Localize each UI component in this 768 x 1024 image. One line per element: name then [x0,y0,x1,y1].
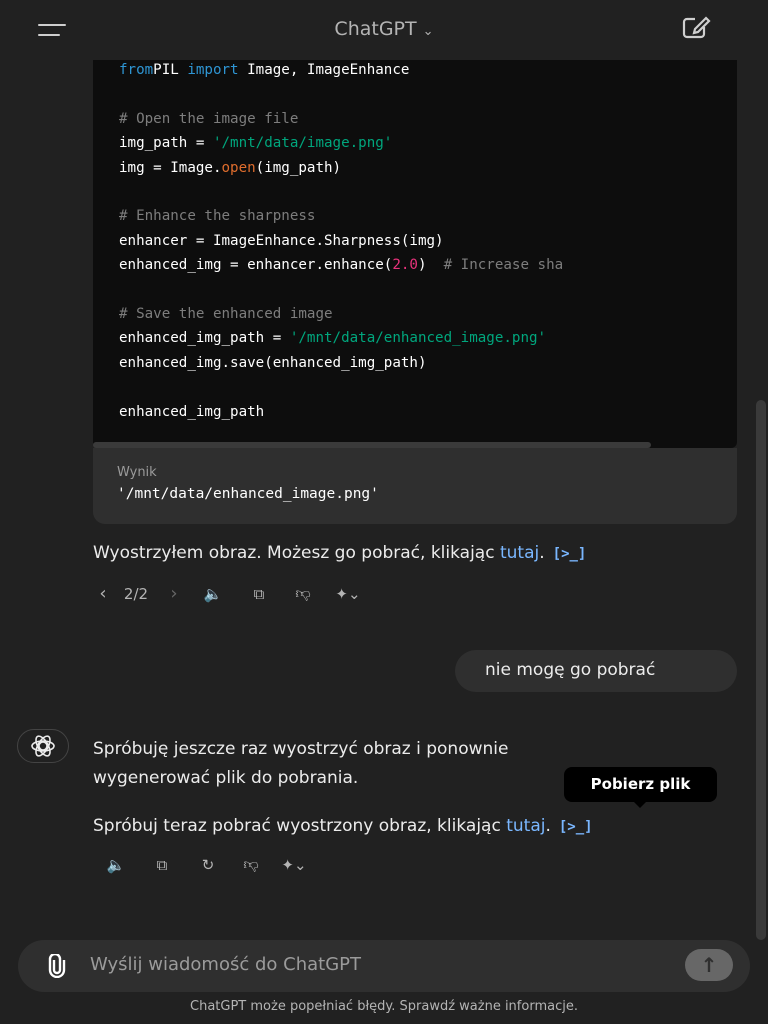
message-line: wygenerować plik do pobrania. [93,768,359,788]
code-token: ) [417,257,444,274]
thumbs-down-icon[interactable]: 👎︎ [281,584,325,603]
model-switch-icon[interactable]: ✦⌄ [325,585,371,603]
code-line: # Enhance the sharpness [119,204,563,228]
message-text: Wyostrzyłem obraz. Możesz go pobrać, kli… [93,543,500,563]
message-actions: ‹ 2/2 › 🔈 ⧉ 👎︎ ✦⌄ [93,583,371,604]
code-token: (img_path) [255,159,342,176]
code-line: enhanced_img = enhancer.enhance(2.0) # I… [119,253,563,277]
title: ChatGPT [334,18,417,40]
code-token: '/mnt/data/image.png' [212,135,393,152]
output-value: '/mnt/data/enhanced_image.png' [117,486,379,502]
code-line: img_path = '/mnt/data/image.png' [119,131,563,155]
message-input[interactable] [90,954,650,975]
code-token: '/mnt/data/enhanced_image.png' [289,330,547,347]
regenerate-icon[interactable]: ↻ [185,856,231,874]
tooltip: Pobierz plik [564,767,717,808]
code-line: enhanced_img_path = '/mnt/data/enhanced_… [119,326,563,350]
prev-icon[interactable]: ‹ [93,583,113,604]
copy-icon[interactable]: ⧉ [139,856,185,874]
code-text: fromPIL import Image, ImageEnhance # Ope… [119,58,563,424]
code-block: fromPIL import Image, ImageEnhance # Ope… [93,30,737,448]
code-token: enhancer = ImageEnhance.Sharpness(img) [119,232,444,249]
code-token: enhanced_img_path = [119,330,290,347]
pager: 2/2 [123,584,149,603]
assistant-message-3: Spróbuj teraz pobrać wyostrzony obraz, k… [93,816,593,836]
assistant-message: Wyostrzyłem obraz. Możesz go pobrać, kli… [93,543,586,563]
code-line: fromPIL import Image, ImageEnhance [119,58,563,82]
copy-icon[interactable]: ⧉ [237,585,281,603]
composer: ↑ [18,940,750,992]
read-aloud-icon[interactable]: 🔈 [93,856,139,874]
code-line: enhanced_img_path [119,400,563,424]
read-aloud-icon[interactable]: 🔈 [189,585,237,603]
code-token: img = Image. [119,159,222,176]
model-selector[interactable]: ChatGPT ⌄ [0,18,768,40]
disclaimer: ChatGPT może popełniać błędy. Sprawdź wa… [190,999,578,1014]
output-label: Wynik [117,465,157,480]
code-source-icon[interactable]: [>_] [559,819,593,835]
message-actions: 🔈 ⧉ ↻ 👎︎ ✦⌄ [93,855,317,874]
attach-icon[interactable] [46,954,68,978]
message-line: Spróbuję jeszcze raz wyostrzyć obraz i p… [93,739,509,759]
code-line: enhancer = ImageEnhance.Sharpness(img) [119,229,563,253]
code-token: enhanced_img = enhancer.enhance( [119,257,393,274]
user-message: nie mogę go pobrać [455,650,737,692]
download-link[interactable]: tutaj [506,816,545,836]
assistant-message-2: Spróbuję jeszcze raz wyostrzyć obraz i p… [93,735,508,793]
chatgpt-logo-icon [17,729,69,763]
code-token: 2.0 [392,257,418,274]
model-switch-icon[interactable]: ✦⌄ [271,856,317,874]
header: ChatGPT ⌄ [0,0,768,60]
code-source-icon[interactable]: [>_] [553,546,587,562]
code-token: Image, ImageEnhance [238,62,410,78]
code-token: # Increase sha [443,257,564,274]
code-token: # Open the image file [119,110,299,127]
thumbs-down-icon[interactable]: 👎︎ [231,855,271,874]
send-button[interactable]: ↑ [685,949,733,981]
scrollbar[interactable] [756,400,766,940]
code-token: img_path = [119,135,213,152]
code-token: import [187,62,239,78]
code-token: enhanced_img_path [119,403,265,420]
code-line: # Open the image file [119,107,563,131]
code-token: # Enhance the sharpness [119,208,316,225]
code-line: # Save the enhanced image [119,302,563,326]
code-line: enhanced_img.save(enhanced_img_path) [119,351,563,375]
new-chat-icon[interactable] [682,16,712,40]
message-end: . [545,816,551,836]
code-token: open [221,159,256,176]
next-icon[interactable]: › [159,583,189,604]
code-token: from [119,62,154,78]
chevron-down-icon: ⌄ [422,24,434,39]
message-end: . [539,543,545,563]
arrow-up-icon: ↑ [700,953,718,977]
download-link[interactable]: tutaj [500,543,539,563]
message-text: Spróbuj teraz pobrać wyostrzony obraz, k… [93,816,507,836]
code-line: img = Image.open(img_path) [119,156,563,180]
code-output: Wynik '/mnt/data/enhanced_image.png' [93,448,737,524]
code-token: # Save the enhanced image [119,306,333,323]
code-token: enhanced_img.save(enhanced_img_path) [119,354,427,371]
code-token: PIL [153,62,188,78]
